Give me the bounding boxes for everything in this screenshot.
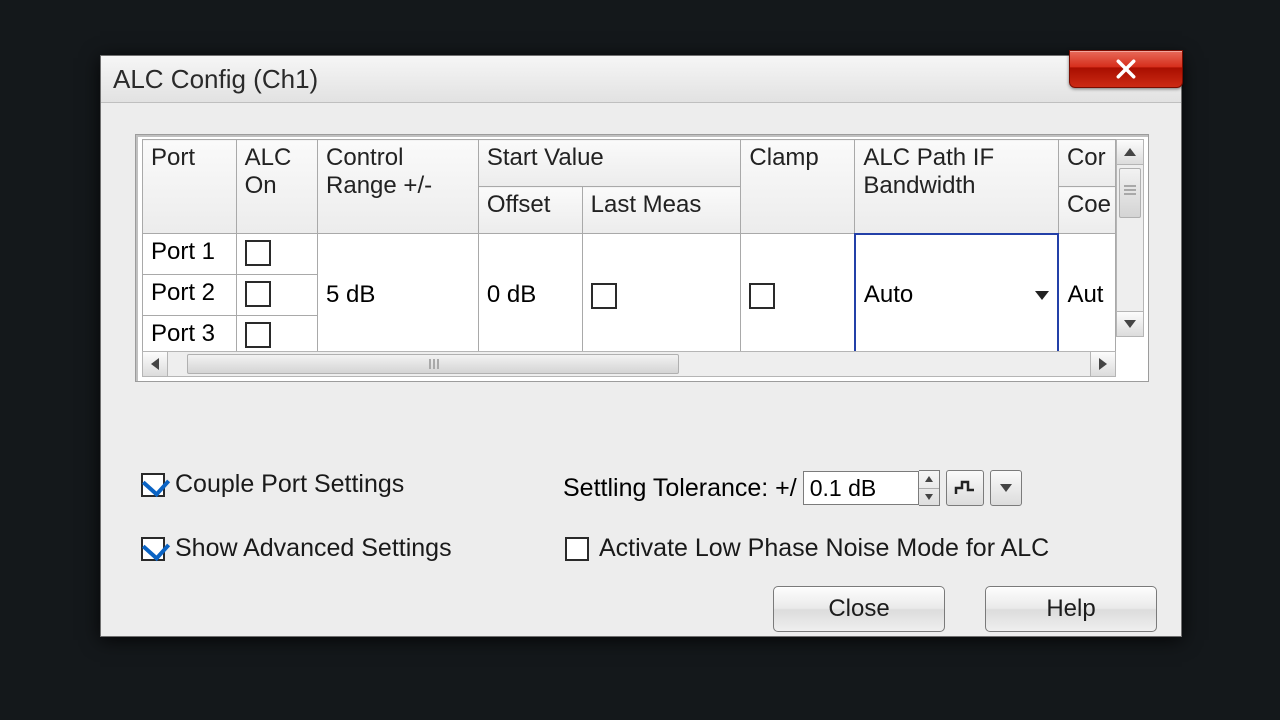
scroll-up-button[interactable] [1117,140,1143,165]
show-advanced-settings-checkbox[interactable] [141,537,165,561]
settling-tolerance-label: Settling Tolerance: +/ [563,474,797,503]
window-close-button[interactable] [1069,50,1183,88]
activate-low-phase-checkbox[interactable] [565,537,589,561]
col-last-meas[interactable]: Last Meas [582,187,741,234]
row-port1-alc-on-checkbox[interactable] [245,240,271,266]
cell-offset[interactable]: 0 dB [478,234,582,357]
port-grid: Port ALC On Control Range +/- Start Valu… [142,139,1116,358]
step-chart-button[interactable] [946,470,984,506]
col-alc-on[interactable]: ALC On [236,140,317,234]
chevron-down-icon [1035,291,1049,300]
chevron-right-icon [1099,358,1107,370]
vertical-scrollbar[interactable] [1116,139,1144,337]
chevron-down-icon [1124,320,1136,328]
col-port[interactable]: Port [143,140,237,234]
vertical-scroll-thumb[interactable] [1119,168,1141,218]
col-alc-path-if-bw[interactable]: ALC Path IF Bandwidth [855,140,1059,234]
scroll-down-button[interactable] [1117,311,1143,336]
col-offset[interactable]: Offset [478,187,582,234]
chevron-up-icon [1124,148,1136,156]
show-advanced-settings-row: Show Advanced Settings [141,534,452,563]
col-truncated-1[interactable]: Cor [1058,140,1115,187]
scroll-left-button[interactable] [143,352,168,376]
col-start-value[interactable]: Start Value [478,140,741,187]
titlebar: ALC Config (Ch1) [101,56,1181,103]
couple-port-settings-checkbox[interactable] [141,473,165,497]
row-port1-label[interactable]: Port 1 [143,234,237,275]
row-port3-alc-on-checkbox[interactable] [245,322,271,348]
couple-port-settings-label: Couple Port Settings [175,470,404,499]
grid-panel: Port ALC On Control Range +/- Start Valu… [135,134,1149,382]
cell-control-range[interactable]: 5 dB [318,234,479,357]
settling-tolerance-spinner[interactable] [919,470,940,506]
row-port2-alc-on-checkbox[interactable] [245,281,271,307]
chevron-down-icon [1000,484,1012,492]
spinner-down-button[interactable] [919,489,939,506]
cell-alc-path-if-bw-value: Auto [864,281,913,308]
chevron-up-icon [925,476,933,482]
close-button[interactable]: Close [773,586,945,632]
help-button[interactable]: Help [985,586,1157,632]
row-port2-label[interactable]: Port 2 [143,275,237,316]
col-clamp[interactable]: Clamp [741,140,855,234]
col-truncated-2[interactable]: Coe [1058,187,1115,234]
settling-tolerance-input[interactable]: 0.1 dB [803,471,919,505]
cell-last-meas-checkbox[interactable] [591,283,617,309]
spinner-up-button[interactable] [919,471,939,489]
step-chart-icon [954,478,976,498]
alc-config-dialog: ALC Config (Ch1) Port ALC On [100,55,1182,637]
dialog-title: ALC Config (Ch1) [113,64,318,94]
tolerance-dropdown-button[interactable] [990,470,1022,506]
cell-next-col[interactable]: Aut [1058,234,1115,357]
cell-alc-path-if-bw-dropdown[interactable]: Auto [855,234,1059,357]
activate-low-phase-label: Activate Low Phase Noise Mode for ALC [599,534,1049,563]
horizontal-scroll-thumb[interactable] [187,354,679,374]
settling-tolerance-row: Settling Tolerance: +/ 0.1 dB [563,470,1022,506]
activate-low-phase-row: Activate Low Phase Noise Mode for ALC [565,534,1049,563]
close-icon [1115,58,1137,80]
col-control-range[interactable]: Control Range +/- [318,140,479,234]
horizontal-scrollbar[interactable] [142,351,1116,377]
cell-clamp-checkbox[interactable] [749,283,775,309]
couple-port-settings-row: Couple Port Settings [141,470,404,499]
chevron-down-icon [925,494,933,500]
show-advanced-settings-label: Show Advanced Settings [175,534,452,563]
scroll-right-button[interactable] [1090,352,1115,376]
chevron-left-icon [151,358,159,370]
